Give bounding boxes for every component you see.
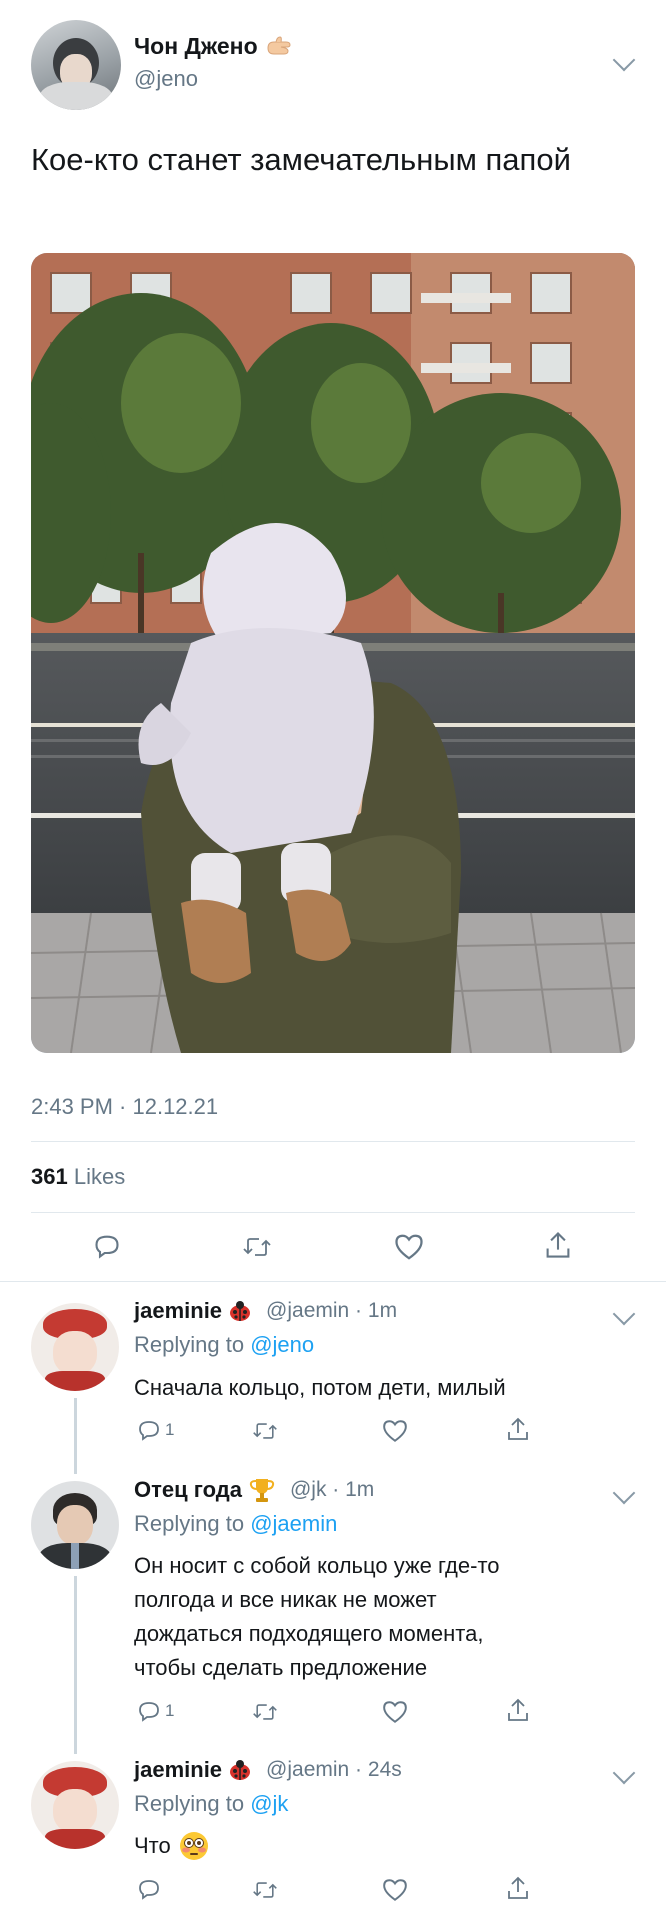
divider xyxy=(31,1212,635,1213)
replying-prefix: Replying to xyxy=(134,1511,245,1536)
reply-text: Что xyxy=(134,1829,209,1863)
reply-handle-time: @jaemin · 1m xyxy=(266,1299,398,1322)
reply-author-name[interactable]: jaeminie xyxy=(134,1298,222,1324)
reply-avatar[interactable] xyxy=(31,1761,119,1849)
chevron-down-icon[interactable] xyxy=(612,48,636,72)
tweet-timestamp: 2:43 PM · 12.12.21 xyxy=(31,1094,219,1119)
share-icon[interactable] xyxy=(544,1230,572,1260)
flushed-face-emoji xyxy=(179,1831,209,1861)
heart-icon[interactable] xyxy=(382,1700,408,1724)
reply-author-name[interactable]: Отец года xyxy=(134,1477,242,1503)
ladybug-emoji xyxy=(228,1759,252,1781)
trophy-emoji xyxy=(248,1477,276,1503)
author-handle[interactable]: @jeno xyxy=(134,66,198,92)
reply-button[interactable]: 1 xyxy=(137,1699,174,1723)
retweet-icon[interactable] xyxy=(252,1420,278,1442)
reply-icon[interactable] xyxy=(137,1877,161,1901)
reply-text-line: дождаться подходящего момента, xyxy=(134,1621,484,1646)
retweet-icon[interactable] xyxy=(252,1879,278,1901)
replying-handle-link[interactable]: @jaemin xyxy=(250,1511,337,1536)
reply-handle-time: @jk · 1m xyxy=(289,1478,375,1501)
thread-line xyxy=(74,1398,77,1474)
reply-handle-time: @jaemin · 24s xyxy=(266,1758,402,1781)
ladybug-emoji xyxy=(228,1300,252,1322)
divider xyxy=(31,1141,635,1142)
reply-count: 1 xyxy=(165,1701,175,1720)
chevron-down-icon[interactable] xyxy=(612,1302,636,1326)
chevron-down-icon[interactable] xyxy=(612,1481,636,1505)
share-icon[interactable] xyxy=(506,1416,530,1442)
reply-icon xyxy=(137,1418,161,1442)
author-name[interactable]: Чон Джено xyxy=(134,33,258,60)
replying-to: Replying to @jk xyxy=(134,1791,288,1817)
reply-text-line: чтобы сделать предложение xyxy=(134,1655,428,1680)
reply-avatar[interactable] xyxy=(31,1481,119,1569)
reply-icon[interactable] xyxy=(93,1232,121,1260)
replying-to: Replying to @jaemin xyxy=(134,1511,337,1537)
reply-text: Он носит с собой кольцо уже где-то полго… xyxy=(134,1549,500,1685)
thread-line xyxy=(74,1576,77,1754)
author-avatar[interactable] xyxy=(31,20,121,110)
tweet-photo[interactable] xyxy=(31,253,635,1053)
reply-count: 1 xyxy=(165,1420,175,1439)
tweet-text: Кое-кто станет замечательным папой xyxy=(31,142,571,177)
reply-author-name[interactable]: jaeminie xyxy=(134,1757,222,1783)
share-icon[interactable] xyxy=(506,1697,530,1723)
reply-button[interactable]: 1 xyxy=(137,1418,174,1442)
photo-father-holding-baby xyxy=(31,253,635,1053)
reply-icon xyxy=(137,1699,161,1723)
heart-icon[interactable] xyxy=(382,1878,408,1902)
retweet-icon[interactable] xyxy=(252,1701,278,1723)
likes-count: 361 xyxy=(31,1164,68,1189)
reply-avatar[interactable] xyxy=(31,1303,119,1391)
reply-text-line: Он носит с собой кольцо уже где-то xyxy=(134,1553,500,1578)
reply-text-content: Что xyxy=(134,1833,171,1858)
chevron-down-icon[interactable] xyxy=(612,1761,636,1785)
hand-emoji xyxy=(264,34,294,60)
likes-stat[interactable]: 361 Likes xyxy=(31,1164,125,1190)
replying-handle-link[interactable]: @jk xyxy=(250,1791,288,1816)
replying-to: Replying to @jeno xyxy=(134,1332,314,1358)
heart-icon[interactable] xyxy=(394,1233,424,1261)
likes-label: Likes xyxy=(73,1164,126,1189)
replying-handle-link[interactable]: @jeno xyxy=(250,1332,314,1357)
replying-prefix: Replying to xyxy=(134,1332,245,1357)
share-icon[interactable] xyxy=(506,1875,530,1901)
retweet-icon[interactable] xyxy=(242,1234,272,1260)
divider xyxy=(0,1281,666,1282)
reply-text-line: полгода и все никак не может xyxy=(134,1587,437,1612)
reply-text: Сначала кольцо, потом дети, милый xyxy=(134,1375,506,1400)
replying-prefix: Replying to xyxy=(134,1791,245,1816)
heart-icon[interactable] xyxy=(382,1419,408,1443)
